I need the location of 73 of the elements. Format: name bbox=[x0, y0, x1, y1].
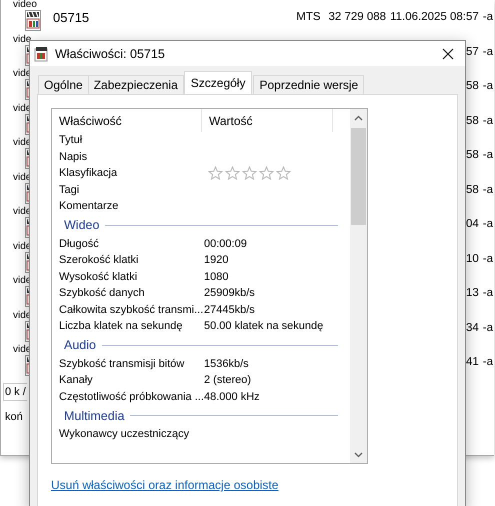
property-name: Szerokość klatki bbox=[58, 254, 140, 266]
file-date: 57 bbox=[466, 46, 479, 58]
status-text: 0 k / bbox=[3, 383, 27, 401]
property-value: 1536kb/s bbox=[203, 358, 249, 370]
property-name: Szybkość transmisji bitów bbox=[58, 358, 186, 370]
file-attributes: -a bbox=[482, 11, 493, 24]
file-date: 04 bbox=[466, 218, 479, 230]
property-name: Długość bbox=[58, 238, 100, 250]
file-date: 58 bbox=[466, 80, 479, 92]
file-attributes: -a bbox=[482, 287, 493, 300]
star-icon[interactable] bbox=[208, 166, 223, 180]
file-date: 10 bbox=[466, 252, 479, 265]
tab[interactable]: Zabezpieczenia bbox=[88, 75, 184, 94]
property-name: Częstotliwość próbkowania ... bbox=[58, 390, 202, 403]
file-size: 32 729 088 bbox=[328, 11, 386, 24]
file-date: 13 bbox=[466, 287, 479, 300]
star-icon[interactable] bbox=[242, 166, 257, 180]
property-name: Wysokość klatki bbox=[58, 270, 138, 283]
file-date: 34 bbox=[466, 322, 479, 334]
group-heading: Wideo bbox=[64, 218, 100, 232]
file-attributes: -a bbox=[482, 184, 493, 196]
property-value: 1080 bbox=[203, 270, 228, 283]
file-name: 05715 bbox=[53, 10, 90, 25]
window-title: Właściwości: 05715 bbox=[55, 46, 166, 60]
star-icon[interactable] bbox=[225, 166, 240, 180]
group-heading: Multimedia bbox=[64, 408, 124, 422]
scroll-up-icon[interactable] bbox=[354, 114, 363, 120]
file-date: 58 bbox=[466, 184, 479, 196]
property-value: 27445kb/s bbox=[203, 304, 255, 316]
file-attributes: -a bbox=[482, 149, 493, 162]
scroll-down-icon[interactable] bbox=[354, 452, 363, 458]
scrollbar[interactable] bbox=[350, 109, 367, 463]
file-label: video bbox=[13, 0, 37, 10]
file-attributes: -a bbox=[482, 114, 493, 127]
tab[interactable]: Ogólne bbox=[38, 75, 89, 94]
file-attributes: -a bbox=[482, 356, 493, 368]
property-name: Kanały bbox=[58, 374, 94, 386]
file-attributes: -a bbox=[482, 218, 493, 230]
property-name: Tytuł bbox=[58, 134, 84, 146]
property-value: 1920 bbox=[203, 254, 228, 266]
property-name: Wykonawcy uczestniczący bbox=[58, 428, 190, 440]
file-date: 58 bbox=[466, 149, 479, 162]
property-value: 50.00 klatek na sekundę bbox=[203, 320, 324, 332]
property-value: 2 (stereo) bbox=[203, 374, 252, 386]
property-name: Szybkość danych bbox=[58, 287, 146, 300]
star-icon[interactable] bbox=[276, 166, 291, 180]
property-name: Klasyfikacja bbox=[58, 167, 118, 180]
property-name: Komentarze bbox=[58, 200, 120, 212]
star-icon[interactable] bbox=[259, 166, 274, 180]
property-name: Tagi bbox=[58, 184, 80, 196]
property-value: 00:00:09 bbox=[203, 238, 247, 250]
property-value: 48.000 kHz bbox=[203, 390, 260, 403]
file-label: vide bbox=[13, 34, 32, 45]
file-type: MTS bbox=[296, 11, 321, 24]
file-attributes: -a bbox=[482, 322, 493, 334]
file-date: 58 bbox=[466, 114, 479, 127]
file-attributes: -a bbox=[482, 252, 493, 265]
file-attributes: -a bbox=[482, 46, 493, 58]
property-name: Liczba klatek na sekundę bbox=[58, 320, 184, 332]
remove-properties-link[interactable]: Usuń właściwości oraz informacje osobiste bbox=[51, 478, 278, 492]
tab[interactable]: Szczegóły bbox=[184, 71, 252, 94]
property-value: 25909kb/s bbox=[203, 287, 255, 300]
property-name: Całkowita szybkość transmi... bbox=[58, 304, 202, 316]
property-name: Napis bbox=[58, 150, 88, 163]
video-file-icon bbox=[25, 10, 41, 32]
file-date: 11.06.2025 08:57 bbox=[390, 11, 479, 24]
tab[interactable]: Poprzednie wersje bbox=[253, 75, 364, 94]
group-heading: Audio bbox=[64, 338, 96, 352]
file-date: 41 bbox=[466, 356, 479, 368]
status-text: koń bbox=[4, 410, 24, 425]
scroll-thumb[interactable] bbox=[351, 128, 366, 225]
video-file-icon bbox=[34, 46, 50, 62]
file-attributes: -a bbox=[482, 80, 493, 92]
